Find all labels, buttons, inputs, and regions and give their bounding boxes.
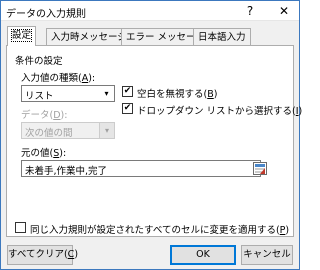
help-icon[interactable]: ? bbox=[242, 3, 258, 19]
clear-all-button[interactable]: すべてクリア(C) bbox=[7, 245, 78, 265]
source-input[interactable]: 未着手,作業中,完了 bbox=[21, 160, 267, 177]
tab-ime-label: 日本語入力 bbox=[198, 32, 246, 43]
ignore-blank-label: 空白を無視する(B) bbox=[137, 86, 217, 100]
apply-all-checkbox[interactable] bbox=[15, 222, 26, 233]
source-label-text: 元の値( bbox=[21, 148, 54, 159]
chevron-down-icon: ▾ bbox=[104, 89, 109, 98]
data-dropdown: 次の値の間 ▾ bbox=[21, 122, 115, 139]
clear-all-suffix: ) bbox=[74, 249, 79, 260]
in-cell-dropdown-suffix: ) bbox=[298, 106, 303, 117]
ok-button[interactable]: OK bbox=[170, 245, 236, 265]
apply-all-text: 同じ入力規則が設定されたすべてのセルに変更を適用する( bbox=[30, 225, 280, 236]
title-bar: データの入力規則 ? ✕ bbox=[1, 1, 299, 21]
tab-settings-label: 設定 bbox=[10, 29, 33, 42]
close-icon[interactable]: ✕ bbox=[269, 1, 299, 21]
data-label: データ(D): bbox=[21, 107, 67, 121]
apply-all-suffix: ) bbox=[285, 225, 290, 236]
data-label-key: D bbox=[53, 110, 61, 121]
in-cell-dropdown-checkbox[interactable]: ✔ bbox=[122, 103, 133, 114]
data-value: 次の値の間 bbox=[25, 128, 73, 139]
source-label: 元の値(S): bbox=[21, 145, 66, 159]
allow-value: リスト bbox=[25, 91, 54, 102]
settings-panel: 条件の設定 入力値の種類(A): リスト ▾ ✔ 空白を無視する(B) ✔ ドロ… bbox=[6, 45, 302, 237]
dialog-title: データの入力規則 bbox=[6, 9, 86, 20]
tab-settings[interactable]: 設定 bbox=[7, 26, 37, 46]
source-label-suffix: ): bbox=[59, 148, 67, 159]
ignore-blank-text: 空白を無視する( bbox=[137, 89, 208, 100]
check-icon: ✔ bbox=[123, 103, 132, 113]
section-title: 条件の設定 bbox=[15, 56, 63, 67]
chevron-down-icon: ▾ bbox=[99, 123, 114, 138]
source-value: 未着手,作業中,完了 bbox=[25, 166, 108, 177]
tab-input-message[interactable]: 入力時メッセージ bbox=[46, 28, 132, 45]
allow-label-text: 入力値の種類( bbox=[21, 73, 82, 84]
clear-all-text: すべてクリア( bbox=[8, 249, 68, 260]
data-label-text: データ( bbox=[21, 110, 54, 121]
allow-label-suffix: ): bbox=[88, 73, 96, 84]
data-validation-dialog: データの入力規則 ? ✕ 設定 入力時メッセージ エラー メッセージ 日本語入力… bbox=[0, 0, 302, 270]
apply-all-label: 同じ入力規則が設定されたすべてのセルに変更を適用する(P) bbox=[30, 222, 289, 236]
tab-input-message-label: 入力時メッセージ bbox=[51, 32, 127, 43]
allow-label: 入力値の種類(A): bbox=[21, 70, 95, 84]
check-icon: ✔ bbox=[123, 86, 132, 96]
in-cell-dropdown-text: ドロップダウン リストから選択する( bbox=[137, 106, 296, 117]
allow-dropdown[interactable]: リスト ▾ bbox=[21, 85, 115, 102]
cancel-button[interactable]: キャンセル bbox=[241, 245, 293, 265]
in-cell-dropdown-label: ドロップダウン リストから選択する(I) bbox=[137, 103, 302, 117]
ignore-blank-checkbox[interactable]: ✔ bbox=[122, 86, 133, 97]
range-select-icon[interactable] bbox=[253, 162, 267, 175]
data-label-suffix: ): bbox=[60, 110, 68, 121]
ignore-blank-suffix: ) bbox=[213, 89, 218, 100]
tab-ime[interactable]: 日本語入力 bbox=[193, 28, 251, 45]
